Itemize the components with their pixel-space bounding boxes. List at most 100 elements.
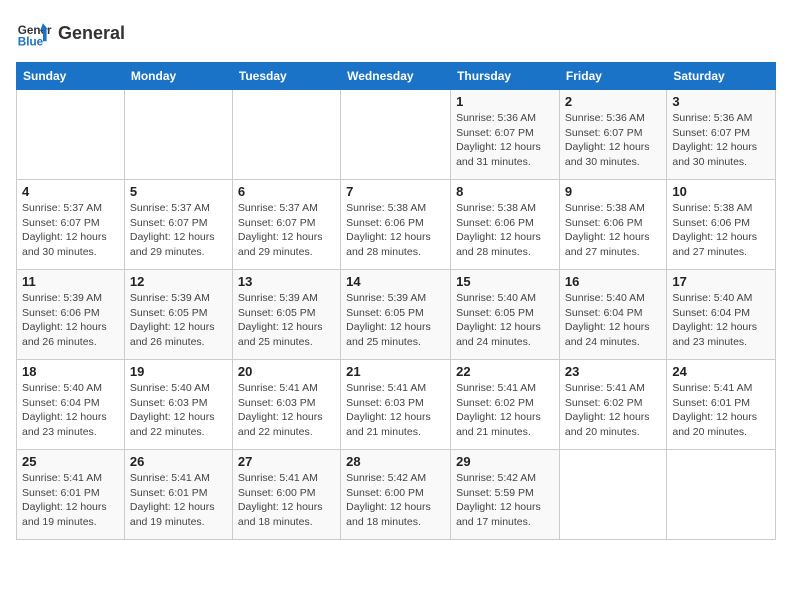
day-info: Sunrise: 5:42 AMSunset: 6:00 PMDaylight:…: [346, 471, 445, 530]
logo-text: General: [58, 24, 125, 44]
day-number: 23: [565, 364, 661, 379]
calendar-cell: 26Sunrise: 5:41 AMSunset: 6:01 PMDayligh…: [124, 450, 232, 540]
calendar-cell: 21Sunrise: 5:41 AMSunset: 6:03 PMDayligh…: [341, 360, 451, 450]
day-info: Sunrise: 5:36 AMSunset: 6:07 PMDaylight:…: [672, 111, 770, 170]
calendar-cell: 27 Sunrise: 5:41 AMSunset: 6:00 PMDayligh…: [232, 450, 340, 540]
day-info: Sunrise: 5:40 AMSunset: 6:03 PMDaylight:…: [130, 381, 227, 440]
week-row-1: 4 Sunrise: 5:37 AMSunset: 6:07 PMDaylight…: [17, 180, 776, 270]
day-info: Sunrise: 5:37 AMSunset: 6:07 PMDaylight:…: [22, 201, 119, 260]
day-number: 8: [456, 184, 554, 199]
day-info: Sunrise: 5:36 AMSunset: 6:07 PMDaylight:…: [456, 111, 554, 170]
week-row-3: 18 Sunrise: 5:40 AMSunset: 6:04 PMDayligh…: [17, 360, 776, 450]
calendar-cell: 19 Sunrise: 5:40 AMSunset: 6:03 PMDayligh…: [124, 360, 232, 450]
day-info: Sunrise: 5:39 AMSunset: 6:05 PMDaylight:…: [130, 291, 227, 350]
day-number: 12: [130, 274, 227, 289]
logo: General Blue General: [16, 16, 125, 52]
day-header-monday: Monday: [124, 63, 232, 90]
day-number: 18: [22, 364, 119, 379]
calendar-cell: [559, 450, 666, 540]
day-number: 5: [130, 184, 227, 199]
calendar-cell: 5 Sunrise: 5:37 AMSunset: 6:07 PMDaylight…: [124, 180, 232, 270]
calendar-cell: 2 Sunrise: 5:36 AMSunset: 6:07 PMDaylight…: [559, 90, 666, 180]
calendar-cell: 4 Sunrise: 5:37 AMSunset: 6:07 PMDaylight…: [17, 180, 125, 270]
day-info: Sunrise: 5:40 AMSunset: 6:05 PMDaylight:…: [456, 291, 554, 350]
day-info: Sunrise: 5:38 AMSunset: 6:06 PMDaylight:…: [672, 201, 770, 260]
day-header-friday: Friday: [559, 63, 666, 90]
day-number: 10: [672, 184, 770, 199]
week-row-0: 1 Sunrise: 5:36 AMSunset: 6:07 PMDaylight…: [17, 90, 776, 180]
day-header-sunday: Sunday: [17, 63, 125, 90]
calendar-cell: 15 Sunrise: 5:40 AMSunset: 6:05 PMDayligh…: [451, 270, 560, 360]
day-number: 20: [238, 364, 335, 379]
calendar-cell: [124, 90, 232, 180]
day-info: Sunrise: 5:39 AMSunset: 6:05 PMDaylight:…: [346, 291, 445, 350]
day-info: Sunrise: 5:38 AMSunset: 6:06 PMDaylight:…: [565, 201, 661, 260]
day-info: Sunrise: 5:41 AMSunset: 6:02 PMDaylight:…: [565, 381, 661, 440]
calendar-cell: 6 Sunrise: 5:37 AMSunset: 6:07 PMDaylight…: [232, 180, 340, 270]
calendar-cell: 28 Sunrise: 5:42 AMSunset: 6:00 PMDayligh…: [341, 450, 451, 540]
calendar-cell: 7 Sunrise: 5:38 AMSunset: 6:06 PMDaylight…: [341, 180, 451, 270]
day-number: 3: [672, 94, 770, 109]
day-number: 2: [565, 94, 661, 109]
day-info: Sunrise: 5:40 AMSunset: 6:04 PMDaylight:…: [565, 291, 661, 350]
day-number: 15: [456, 274, 554, 289]
logo-icon: General Blue: [16, 16, 52, 52]
header-area: General Blue General: [16, 16, 776, 52]
day-info: Sunrise: 5:41 AMSunset: 6:01 PMDaylight:…: [22, 471, 119, 530]
day-number: 29: [456, 454, 554, 469]
day-number: 7: [346, 184, 445, 199]
day-info: Sunrise: 5:40 AMSunset: 6:04 PMDaylight:…: [672, 291, 770, 350]
calendar-cell: 29 Sunrise: 5:42 AMSunset: 5:59 PMDayligh…: [451, 450, 560, 540]
calendar-cell: [341, 90, 451, 180]
day-number: 27: [238, 454, 335, 469]
calendar-cell: 8 Sunrise: 5:38 AMSunset: 6:06 PMDaylight…: [451, 180, 560, 270]
svg-text:Blue: Blue: [18, 36, 44, 49]
day-header-saturday: Saturday: [667, 63, 776, 90]
day-header-tuesday: Tuesday: [232, 63, 340, 90]
day-info: Sunrise: 5:37 AMSunset: 6:07 PMDaylight:…: [130, 201, 227, 260]
calendar-table: SundayMondayTuesdayWednesdayThursdayFrid…: [16, 62, 776, 540]
day-number: 17: [672, 274, 770, 289]
day-info: Sunrise: 5:41 AMSunset: 6:02 PMDaylight:…: [456, 381, 554, 440]
calendar-cell: 18 Sunrise: 5:40 AMSunset: 6:04 PMDayligh…: [17, 360, 125, 450]
week-row-2: 11Sunrise: 5:39 AMSunset: 6:06 PMDayligh…: [17, 270, 776, 360]
calendar-cell: 16Sunrise: 5:40 AMSunset: 6:04 PMDayligh…: [559, 270, 666, 360]
calendar-cell: [232, 90, 340, 180]
calendar-cell: 12 Sunrise: 5:39 AMSunset: 6:05 PMDayligh…: [124, 270, 232, 360]
day-number: 11: [22, 274, 119, 289]
day-number: 25: [22, 454, 119, 469]
day-info: Sunrise: 5:37 AMSunset: 6:07 PMDaylight:…: [238, 201, 335, 260]
day-number: 22: [456, 364, 554, 379]
calendar-cell: 3 Sunrise: 5:36 AMSunset: 6:07 PMDaylight…: [667, 90, 776, 180]
day-number: 28: [346, 454, 445, 469]
week-row-4: 25 Sunrise: 5:41 AMSunset: 6:01 PMDayligh…: [17, 450, 776, 540]
day-info: Sunrise: 5:40 AMSunset: 6:04 PMDaylight:…: [22, 381, 119, 440]
day-header-wednesday: Wednesday: [341, 63, 451, 90]
calendar-cell: 20Sunrise: 5:41 AMSunset: 6:03 PMDayligh…: [232, 360, 340, 450]
day-number: 14: [346, 274, 445, 289]
day-number: 4: [22, 184, 119, 199]
day-number: 21: [346, 364, 445, 379]
day-info: Sunrise: 5:39 AMSunset: 6:05 PMDaylight:…: [238, 291, 335, 350]
day-info: Sunrise: 5:38 AMSunset: 6:06 PMDaylight:…: [456, 201, 554, 260]
day-number: 6: [238, 184, 335, 199]
calendar-cell: 11Sunrise: 5:39 AMSunset: 6:06 PMDayligh…: [17, 270, 125, 360]
day-number: 19: [130, 364, 227, 379]
calendar-cell: 9 Sunrise: 5:38 AMSunset: 6:06 PMDaylight…: [559, 180, 666, 270]
calendar-cell: [17, 90, 125, 180]
day-info: Sunrise: 5:41 AMSunset: 6:00 PMDaylight:…: [238, 471, 335, 530]
day-header-thursday: Thursday: [451, 63, 560, 90]
day-number: 9: [565, 184, 661, 199]
day-info: Sunrise: 5:41 AMSunset: 6:01 PMDaylight:…: [672, 381, 770, 440]
day-number: 1: [456, 94, 554, 109]
day-number: 26: [130, 454, 227, 469]
day-info: Sunrise: 5:42 AMSunset: 5:59 PMDaylight:…: [456, 471, 554, 530]
calendar-cell: 1 Sunrise: 5:36 AMSunset: 6:07 PMDaylight…: [451, 90, 560, 180]
days-header-row: SundayMondayTuesdayWednesdayThursdayFrid…: [17, 63, 776, 90]
calendar-cell: 17 Sunrise: 5:40 AMSunset: 6:04 PMDayligh…: [667, 270, 776, 360]
calendar-cell: 13Sunrise: 5:39 AMSunset: 6:05 PMDayligh…: [232, 270, 340, 360]
day-info: Sunrise: 5:38 AMSunset: 6:06 PMDaylight:…: [346, 201, 445, 260]
calendar-cell: 10 Sunrise: 5:38 AMSunset: 6:06 PMDayligh…: [667, 180, 776, 270]
calendar-cell: 22 Sunrise: 5:41 AMSunset: 6:02 PMDayligh…: [451, 360, 560, 450]
day-info: Sunrise: 5:36 AMSunset: 6:07 PMDaylight:…: [565, 111, 661, 170]
